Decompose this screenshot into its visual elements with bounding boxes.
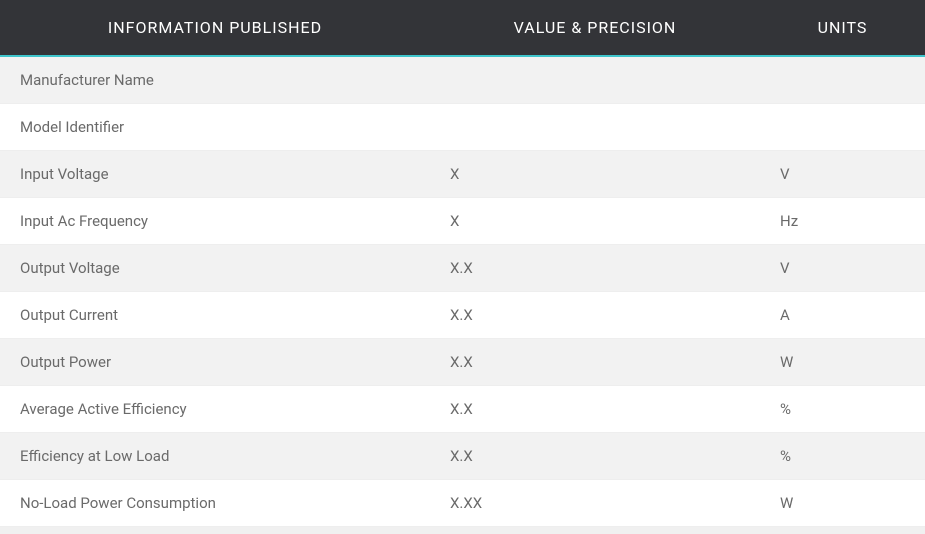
cell-value [430, 104, 760, 150]
cell-value: X.X [430, 339, 760, 385]
cell-value: X.XX [430, 480, 760, 526]
cell-info: Output Voltage [0, 245, 430, 291]
spec-table: INFORMATION PUBLISHED VALUE & PRECISION … [0, 0, 925, 527]
table-row: Average Active Efficiency X.X % [0, 386, 925, 433]
cell-units: % [760, 433, 925, 479]
cell-value: X.X [430, 433, 760, 479]
cell-info: Input Voltage [0, 151, 430, 197]
table-row: Model Identifier [0, 104, 925, 151]
table-header-row: INFORMATION PUBLISHED VALUE & PRECISION … [0, 0, 925, 57]
cell-info: Model Identifier [0, 104, 430, 150]
table-row: Efficiency at Low Load X.X % [0, 433, 925, 480]
table-row: Output Voltage X.X V [0, 245, 925, 292]
cell-units [760, 57, 925, 103]
cell-units: W [760, 339, 925, 385]
cell-value: X.X [430, 292, 760, 338]
table-row: Input Voltage X V [0, 151, 925, 198]
table-row: No-Load Power Consumption X.XX W [0, 480, 925, 527]
table-row: Output Power X.X W [0, 339, 925, 386]
cell-units: % [760, 386, 925, 432]
table-row: Manufacturer Name [0, 57, 925, 104]
cell-info: No-Load Power Consumption [0, 480, 430, 526]
table-row: Output Current X.X A [0, 292, 925, 339]
cell-units: V [760, 151, 925, 197]
cell-info: Manufacturer Name [0, 57, 430, 103]
cell-value: X [430, 151, 760, 197]
cell-info: Average Active Efficiency [0, 386, 430, 432]
cell-info: Input Ac Frequency [0, 198, 430, 244]
cell-value: X.X [430, 245, 760, 291]
cell-units: V [760, 245, 925, 291]
header-units: UNITS [760, 0, 925, 55]
cell-value [430, 57, 760, 103]
cell-info: Output Power [0, 339, 430, 385]
cell-info: Output Current [0, 292, 430, 338]
header-value: VALUE & PRECISION [430, 0, 760, 55]
cell-units: W [760, 480, 925, 526]
cell-units [760, 104, 925, 150]
cell-units: Hz [760, 198, 925, 244]
cell-value: X [430, 198, 760, 244]
header-info: INFORMATION PUBLISHED [0, 0, 430, 55]
cell-info: Efficiency at Low Load [0, 433, 430, 479]
cell-units: A [760, 292, 925, 338]
table-body: Manufacturer Name Model Identifier Input… [0, 57, 925, 527]
table-row: Input Ac Frequency X Hz [0, 198, 925, 245]
cell-value: X.X [430, 386, 760, 432]
